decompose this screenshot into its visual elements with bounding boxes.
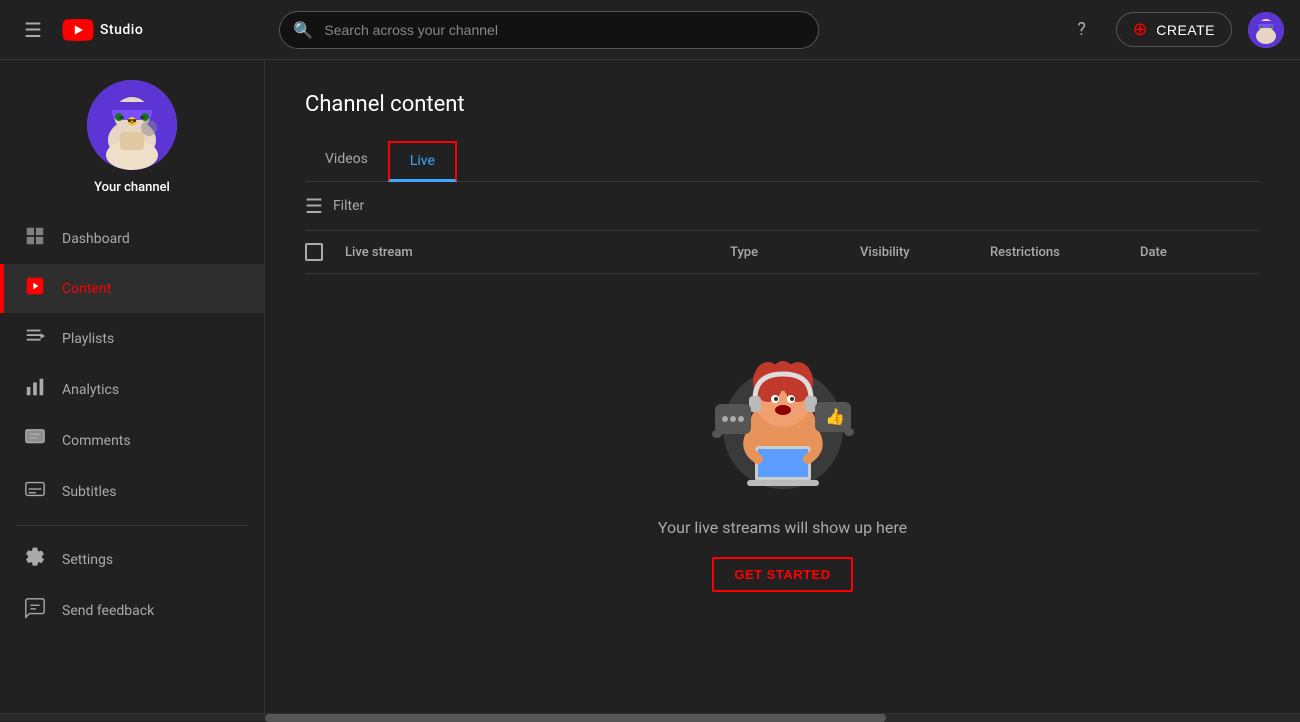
- empty-state: 👍 Your live streams will show up here GE…: [305, 274, 1260, 652]
- help-icon[interactable]: ?: [1064, 12, 1100, 48]
- sidebar-item-label: Comments: [62, 433, 131, 449]
- sidebar-item-label: Playlists: [62, 331, 114, 347]
- sidebar-item-playlists[interactable]: Playlists: [0, 313, 264, 364]
- create-button[interactable]: ⊕ CREATE: [1116, 12, 1232, 47]
- bottom-scrollbar-container: [0, 713, 1300, 721]
- column-type: Type: [730, 245, 860, 260]
- table-header: Live stream Type Visibility Restrictions…: [305, 231, 1260, 274]
- search-icon: 🔍: [293, 20, 313, 39]
- tab-live[interactable]: Live: [388, 141, 457, 182]
- channel-avatar[interactable]: 😎: [87, 80, 177, 170]
- comments-icon: [24, 427, 46, 454]
- svg-text:👍: 👍: [825, 407, 845, 426]
- create-video-icon: ⊕: [1133, 19, 1149, 40]
- content-icon: [24, 276, 46, 301]
- main-layout: 😎 Your channel Dashboard Content: [0, 60, 1300, 713]
- sidebar-divider: [16, 525, 248, 526]
- content-area: Channel content Videos Live ☰ Filter Liv…: [265, 60, 1300, 713]
- empty-state-text: Your live streams will show up here: [658, 518, 907, 537]
- select-all-checkbox[interactable]: [305, 243, 323, 261]
- channel-name-label: Your channel: [94, 180, 170, 195]
- sidebar-item-label: Dashboard: [62, 231, 130, 247]
- avatar-image: [1248, 12, 1284, 48]
- search-bar: 🔍: [279, 11, 819, 49]
- sidebar-item-label: Send feedback: [62, 603, 154, 619]
- feedback-icon: [24, 597, 46, 624]
- studio-label: Studio: [100, 22, 143, 38]
- column-restrictions: Restrictions: [990, 245, 1140, 260]
- empty-state-image: 👍: [703, 334, 863, 494]
- filter-bar: ☰ Filter: [305, 182, 1260, 231]
- table-container: Live stream Type Visibility Restrictions…: [305, 231, 1260, 652]
- search-input[interactable]: [279, 11, 819, 49]
- nav-right: ? ⊕ CREATE: [1064, 12, 1284, 48]
- sidebar-item-content[interactable]: Content: [0, 264, 264, 313]
- column-live-stream: Live stream: [345, 245, 730, 260]
- sidebar-item-feedback[interactable]: Send feedback: [0, 585, 264, 636]
- sidebar-navigation: Dashboard Content Playlists: [0, 213, 264, 636]
- sidebar-item-comments[interactable]: Comments: [0, 415, 264, 466]
- sidebar-item-label: Settings: [62, 552, 113, 568]
- sidebar-item-label: Analytics: [62, 382, 119, 398]
- content-tabs: Videos Live: [305, 141, 1260, 182]
- sidebar-item-dashboard[interactable]: Dashboard: [0, 213, 264, 264]
- logo-area[interactable]: Studio: [62, 19, 143, 41]
- playlists-icon: [24, 325, 46, 352]
- svg-text:😎: 😎: [127, 117, 137, 126]
- get-started-button[interactable]: GET STARTED: [712, 557, 852, 592]
- filter-label: Filter: [333, 198, 364, 214]
- select-all-col: [305, 243, 345, 261]
- menu-icon[interactable]: ☰: [16, 10, 50, 50]
- youtube-logo: [62, 19, 94, 41]
- avatar[interactable]: [1248, 12, 1284, 48]
- column-date: Date: [1140, 245, 1260, 260]
- subtitles-icon: [24, 478, 46, 505]
- page-title: Channel content: [305, 92, 1260, 117]
- dashboard-icon: [24, 225, 46, 252]
- sidebar-item-settings[interactable]: Settings: [0, 534, 264, 585]
- sidebar-item-label: Content: [62, 281, 111, 297]
- sidebar-item-subtitles[interactable]: Subtitles: [0, 466, 264, 517]
- analytics-icon: [24, 376, 46, 403]
- top-navigation: ☰ Studio 🔍 ? ⊕ CREATE: [0, 0, 1300, 60]
- tab-videos[interactable]: Videos: [305, 141, 388, 182]
- sidebar: 😎 Your channel Dashboard Content: [0, 60, 265, 713]
- channel-avatar-image: 😎: [87, 80, 177, 170]
- empty-illustration: 👍: [703, 334, 863, 494]
- sidebar-item-label: Subtitles: [62, 484, 117, 500]
- create-label: CREATE: [1156, 22, 1215, 38]
- column-visibility: Visibility: [860, 245, 990, 260]
- filter-icon[interactable]: ☰: [305, 194, 323, 218]
- settings-icon: [24, 546, 46, 573]
- sidebar-item-analytics[interactable]: Analytics: [0, 364, 264, 415]
